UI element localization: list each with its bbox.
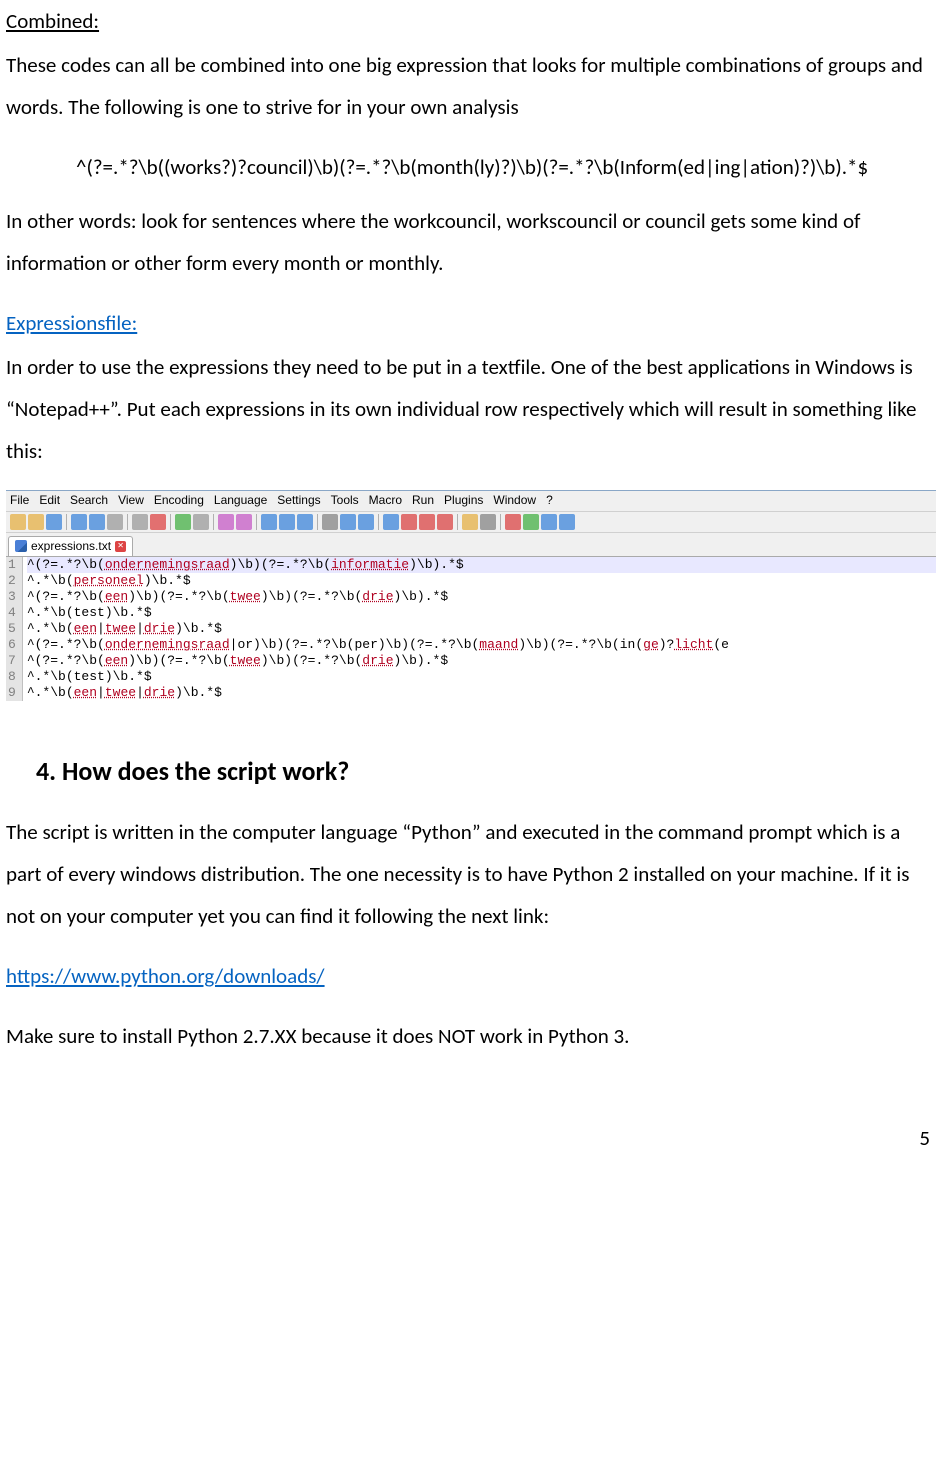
menu-item-macro[interactable]: Macro	[369, 493, 402, 509]
combined-explain: In other words: look for sentences where…	[6, 200, 940, 284]
toolbar-separator	[66, 514, 67, 530]
combined-paragraph: These codes can all be combined into one…	[6, 44, 940, 128]
toolbar-icon[interactable]	[10, 514, 26, 530]
script-paragraph-2: Make sure to install Python 2.7.XX becau…	[6, 1015, 940, 1057]
disk-icon	[15, 540, 27, 552]
tab-label: expressions.txt	[31, 539, 111, 555]
menu-item-file[interactable]: File	[10, 493, 29, 509]
toolbar-icon[interactable]	[132, 514, 148, 530]
toolbar-separator	[127, 514, 128, 530]
code-line[interactable]: ^(?=.*?\b(ondernemingsraad|or)\b)(?=.*?\…	[27, 637, 936, 653]
toolbar-icon[interactable]	[505, 514, 521, 530]
toolbar-separator	[457, 514, 458, 530]
toolbar-icon[interactable]	[559, 514, 575, 530]
menu-item-view[interactable]: View	[118, 493, 144, 509]
menu-item-tools[interactable]: Tools	[331, 493, 359, 509]
menu-item-encoding[interactable]: Encoding	[154, 493, 204, 509]
menu-item-plugins[interactable]: Plugins	[444, 493, 483, 509]
menu-item-[interactable]: ?	[546, 493, 553, 509]
toolbar-icon[interactable]	[89, 514, 105, 530]
toolbar-icon[interactable]	[462, 514, 478, 530]
code-line[interactable]: ^.*\b(personeel)\b.*$	[27, 573, 936, 589]
toolbar-icon[interactable]	[236, 514, 252, 530]
toolbar-icon[interactable]	[541, 514, 557, 530]
close-icon[interactable]: ✕	[115, 541, 126, 552]
menu-item-run[interactable]: Run	[412, 493, 434, 509]
code-line[interactable]: ^.*\b(test)\b.*$	[27, 669, 936, 685]
heading-how-script-works: 4. How does the script work?	[36, 745, 940, 797]
toolbar-icon[interactable]	[383, 514, 399, 530]
menu-item-edit[interactable]: Edit	[39, 493, 60, 509]
code-line[interactable]: ^(?=.*?\b(een)\b)(?=.*?\b(twee)\b)(?=.*?…	[27, 653, 936, 669]
expressionsfile-label: Expressionsfile:	[6, 302, 940, 344]
toolbar-icon[interactable]	[150, 514, 166, 530]
code-line[interactable]: ^.*\b(test)\b.*$	[27, 605, 936, 621]
toolbar-icon[interactable]	[358, 514, 374, 530]
toolbar-separator	[378, 514, 379, 530]
combined-regex-block: ^(?=.*?\b((works?)?council)\b)(?=.*?\b(m…	[76, 146, 940, 188]
toolbar-icon[interactable]	[322, 514, 338, 530]
toolbar-icon[interactable]	[71, 514, 87, 530]
toolbar-icon[interactable]	[419, 514, 435, 530]
menu-item-language[interactable]: Language	[214, 493, 267, 509]
toolbar-icon[interactable]	[340, 514, 356, 530]
toolbar-icon[interactable]	[261, 514, 277, 530]
notepadpp-menubar: File Edit Search View Encoding Language Settin…	[6, 491, 936, 512]
toolbar-icon[interactable]	[279, 514, 295, 530]
code-line[interactable]: ^.*\b(een|twee|drie)\b.*$	[27, 621, 936, 637]
expressionsfile-paragraph: In order to use the expressions they nee…	[6, 346, 940, 472]
toolbar-separator	[170, 514, 171, 530]
toolbar-icon[interactable]	[437, 514, 453, 530]
toolbar-icon[interactable]	[401, 514, 417, 530]
script-paragraph-1: The script is written in the computer la…	[6, 811, 940, 937]
toolbar-icon[interactable]	[28, 514, 44, 530]
toolbar-icon[interactable]	[107, 514, 123, 530]
code-area[interactable]: ^(?=.*?\b(ondernemingsraad)\b)(?=.*?\b(i…	[23, 557, 936, 701]
toolbar-separator	[317, 514, 318, 530]
code-line[interactable]: ^(?=.*?\b(een)\b)(?=.*?\b(twee)\b)(?=.*?…	[27, 589, 936, 605]
toolbar-icon[interactable]	[523, 514, 539, 530]
toolbar-icon[interactable]	[480, 514, 496, 530]
code-line[interactable]: ^.*\b(een|twee|drie)\b.*$	[27, 685, 936, 701]
toolbar-icon[interactable]	[175, 514, 191, 530]
toolbar-separator	[213, 514, 214, 530]
toolbar-separator	[256, 514, 257, 530]
menu-item-settings[interactable]: Settings	[277, 493, 320, 509]
notepadpp-editor[interactable]: 123456789 ^(?=.*?\b(ondernemingsraad)\b)…	[6, 557, 936, 701]
code-line[interactable]: ^(?=.*?\b(ondernemingsraad)\b)(?=.*?\b(i…	[27, 557, 936, 573]
menu-item-window[interactable]: Window	[493, 493, 536, 509]
combined-label: Combined:	[6, 0, 940, 42]
toolbar-icon[interactable]	[297, 514, 313, 530]
notepadpp-toolbar	[6, 512, 936, 533]
document-page: Combined: These codes can all be combine…	[0, 0, 946, 1189]
toolbar-separator	[500, 514, 501, 530]
python-download-link[interactable]: https://www.python.org/downloads/	[6, 963, 325, 989]
notepadpp-window: File Edit Search View Encoding Language Settin…	[6, 490, 936, 701]
line-number-gutter: 123456789	[6, 557, 23, 701]
toolbar-icon[interactable]	[46, 514, 62, 530]
menu-item-search[interactable]: Search	[70, 493, 108, 509]
toolbar-icon[interactable]	[218, 514, 234, 530]
toolbar-icon[interactable]	[193, 514, 209, 530]
notepadpp-tabs: expressions.txt ✕	[6, 533, 936, 557]
page-number: 5	[6, 1117, 940, 1159]
notepadpp-tab-expressions[interactable]: expressions.txt ✕	[8, 536, 133, 557]
